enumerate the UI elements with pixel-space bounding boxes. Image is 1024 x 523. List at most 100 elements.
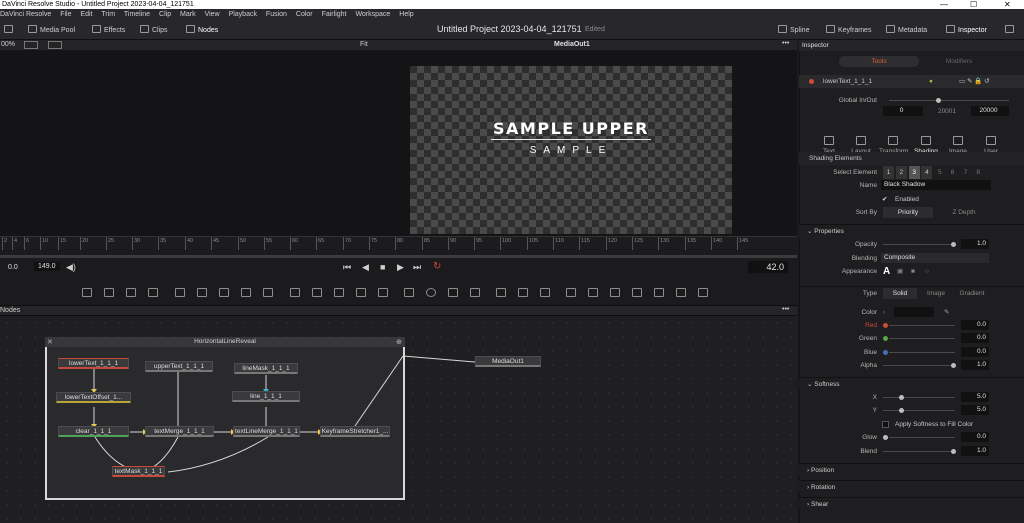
softness-x-field[interactable]: 5.0 [961,392,989,402]
blue-field[interactable]: 0.0 [961,347,989,357]
red-field[interactable]: 0.0 [961,320,989,330]
apply-softness-checkbox[interactable] [882,421,889,428]
alpha-slider-knob[interactable] [951,363,956,368]
ellipse-mask-icon[interactable] [426,288,436,297]
node-uppertext[interactable]: upperText_1_1_1 [145,361,213,372]
menu-workspace[interactable]: Workspace [355,11,390,18]
go-to-start-icon[interactable]: ⏮ [343,262,351,273]
metadata-button[interactable]: Metadata [886,25,927,35]
zoom-value[interactable]: 00% [1,41,15,48]
loop-icon[interactable]: ↻ [433,261,441,272]
alpha-field[interactable]: 1.0 [961,360,989,370]
blending-dropdown[interactable]: Composite [881,253,989,263]
render-end[interactable]: 149.0 [34,262,60,271]
node-lowertext[interactable]: lowerText_1_1_1 [58,358,129,369]
opacity-slider[interactable] [883,244,955,245]
element-8-button[interactable]: 8 [973,166,984,179]
tab-modifiers[interactable]: Modifiers [919,56,999,67]
channel-booleans-tool-icon[interactable] [312,288,322,297]
clips-button[interactable]: Clips [140,25,168,35]
resize-tool-icon[interactable] [356,288,366,297]
tab-tools[interactable]: Tools [839,56,919,67]
brightness-tool-icon[interactable] [241,288,251,297]
play-icon[interactable]: ▶ [397,262,404,273]
menu-fairlight[interactable]: Fairlight [322,11,347,18]
drop-tool-icon[interactable] [263,288,273,297]
properties-section[interactable]: ⌄ Properties [799,224,1024,237]
element-6-button[interactable]: 6 [947,166,958,179]
appearance-outline-icon[interactable]: ▣ [897,265,903,278]
nodes-more-icon[interactable]: ••• [782,306,789,313]
softness-y-field[interactable]: 5.0 [961,405,989,415]
options-icon[interactable] [1005,25,1017,35]
node-mediaout[interactable]: MediaOut1 [475,356,541,367]
blue-slider-knob[interactable] [883,350,888,355]
type-gradient-button[interactable]: Gradient [955,288,989,299]
type-solid-button[interactable]: Solid [883,288,917,299]
element-1-button[interactable]: 1 [883,166,894,179]
node-linemask[interactable]: lineMask_1_1_1 [234,363,298,374]
appearance-block-icon[interactable]: ■ [911,265,915,278]
menu-fusion[interactable]: Fusion [266,11,287,18]
3d-text-icon[interactable] [588,288,598,297]
menu-mark[interactable]: Mark [180,11,196,18]
inspector-button[interactable]: Inspector [946,25,987,35]
nodes-button[interactable]: Nodes [186,25,218,35]
element-2-button[interactable]: 2 [895,166,907,179]
channel-icon[interactable] [48,41,62,49]
fit-dropdown[interactable]: Fit [360,41,368,48]
stabilizer-tool-icon[interactable] [540,288,550,297]
bspline-mask-icon[interactable] [470,288,480,297]
menu-view[interactable]: View [205,11,220,18]
particle-tool-icon[interactable] [175,288,185,297]
softness-x-slider[interactable] [883,397,955,398]
softness-y-slider-knob[interactable] [899,408,904,413]
rotation-section[interactable]: › Rotation [799,480,1024,493]
appearance-text-icon[interactable]: A [883,265,890,278]
menu-trim[interactable]: Trim [101,11,115,18]
paint-tool-icon[interactable] [148,288,158,297]
media-pool-button[interactable]: Media Pool [28,25,75,35]
layout-icon[interactable] [4,25,16,35]
matte-tool-icon[interactable] [334,288,344,297]
version-dot-icon[interactable]: ● [929,75,933,88]
color-swatch[interactable] [894,307,934,317]
3d-shape-icon[interactable] [566,288,576,297]
viewer-more-icon[interactable]: ••• [782,40,789,47]
stop-icon[interactable]: ■ [380,262,385,272]
effects-button[interactable]: Effects [92,25,125,35]
minimize-icon[interactable]: — [940,0,948,9]
blend-slider-knob[interactable] [951,449,956,454]
node-textmask[interactable]: textMask_1_1_1 [112,466,165,477]
green-field[interactable]: 0.0 [961,333,989,343]
view-options-icon[interactable] [24,41,38,49]
3d-merge-icon[interactable] [610,288,620,297]
blue-slider[interactable] [889,352,955,353]
node-clear[interactable]: clear_1_1_1 [58,426,129,437]
red-slider[interactable] [889,325,955,326]
shear-section[interactable]: › Shear [799,497,1024,510]
blend-slider[interactable] [883,451,955,452]
menu-timeline[interactable]: Timeline [124,11,150,18]
global-inout-slider-knob[interactable] [936,98,941,103]
polygon-mask-icon[interactable] [448,288,458,297]
global-in-field[interactable]: 0 [883,106,923,116]
menu-file[interactable]: File [60,11,71,18]
enabled-checkbox[interactable]: ✔ [882,193,887,206]
sort-zdepth-button[interactable]: Z Depth [939,207,989,218]
node-color-dot[interactable] [809,79,814,84]
keyframes-button[interactable]: Keyframes [826,25,871,35]
glow-field[interactable]: 0.0 [961,432,989,442]
text-tool-icon[interactable] [126,288,136,297]
alpha-slider[interactable] [883,365,955,366]
appearance-circle-icon[interactable]: ○ [925,265,929,278]
spline-button[interactable]: Spline [778,25,809,35]
image-tool-icon[interactable] [104,288,114,297]
softness-section[interactable]: ⌄ Softness [799,377,1024,390]
merge-tool-icon[interactable] [290,288,300,297]
maximize-icon[interactable]: ☐ [970,0,977,9]
element-3-button[interactable]: 3 [908,166,920,179]
node-textlinemerge[interactable]: textLineMerge_1_1_1 [233,426,300,437]
name-field[interactable]: Black Shadow [881,180,991,190]
opacity-slider-knob[interactable] [951,242,956,247]
